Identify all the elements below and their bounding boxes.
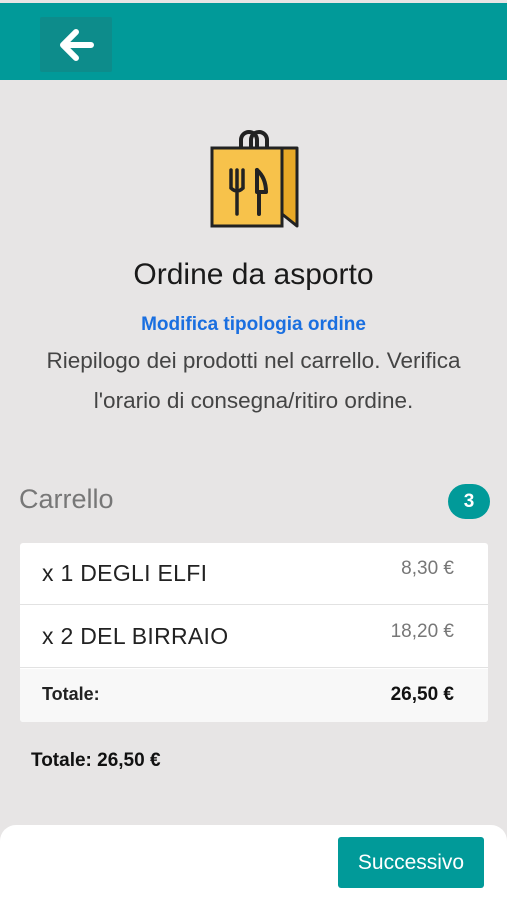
footer-bar: Successivo — [0, 825, 507, 900]
cart-item-price: 8,30 € — [401, 558, 454, 579]
cart-total-label: Totale: — [42, 684, 100, 704]
order-description: Riepilogo dei prodotti nel carrello. Ver… — [46, 348, 461, 413]
cart-title: Carrello — [19, 484, 114, 514]
cart-item-price: 18,20 € — [390, 621, 454, 642]
modify-order-type-link[interactable]: Modifica tipologia ordine — [0, 314, 507, 336]
cart-item[interactable]: x 1 DEGLI ELFI 8,30 € — [20, 543, 488, 605]
order-type-title: Ordine da asporto — [133, 258, 374, 291]
cart-count-badge: 3 — [448, 484, 490, 519]
next-button[interactable]: Successivo — [338, 837, 484, 888]
back-button[interactable] — [40, 17, 112, 72]
cart-total-row: Totale: 26,50 € — [20, 669, 488, 722]
cart-total-value: 26,50 € — [390, 684, 454, 705]
takeaway-bag-icon — [210, 130, 299, 228]
top-bar — [0, 0, 507, 80]
cart-list: x 1 DEGLI ELFI 8,30 € x 2 DEL BIRRAIO 18… — [20, 543, 488, 722]
arrow-left-icon — [60, 28, 94, 61]
cart-item-name: x 2 DEL BIRRAIO — [42, 623, 229, 649]
cart-item-name: x 1 DEGLI ELFI — [42, 560, 208, 586]
grand-total: Totale: 26,50 € — [31, 750, 161, 771]
cart-item[interactable]: x 2 DEL BIRRAIO 18,20 € — [20, 606, 488, 668]
